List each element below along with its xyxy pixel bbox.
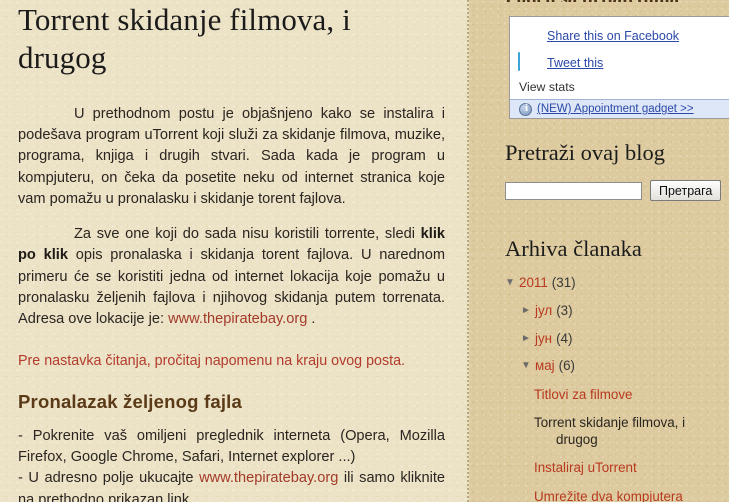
instruction-item-1: - Pokrenite vaš omiljeni preglednik inte… xyxy=(18,427,445,466)
archive-month-label[interactable]: мај xyxy=(535,358,555,375)
share-widget-title: Podeli sa prijateljima xyxy=(471,0,729,2)
archive-widget-heading: Arhiva članaka xyxy=(505,236,642,261)
facebook-icon xyxy=(518,26,540,46)
share-widget: Podeli sa prijateljima Share this on Fac… xyxy=(471,0,729,119)
share-box: Share this on Facebook Tweet this View s… xyxy=(509,16,729,119)
chevron-right-icon[interactable]: ► xyxy=(521,331,535,347)
blog-page: Torrent skidanje filmova, i drugog U pre… xyxy=(0,0,729,502)
paragraph2-text-a: Za sve one koji do sada nisu koristili t… xyxy=(74,226,421,243)
archive-widget: Arhiva članaka ▼ 2011 (31) ► јул (3) ► јун (4) ▼ м… xyxy=(471,236,729,502)
chevron-right-icon[interactable]: ► xyxy=(521,303,535,319)
piratebay-link-2[interactable]: www.thepiratebay.org xyxy=(199,470,338,486)
share-twitter-link[interactable]: Tweet this xyxy=(547,56,603,70)
search-widget-heading: Pretraži ovaj blog xyxy=(505,140,665,165)
archive-month-count: (4) xyxy=(556,330,573,346)
instruction-2-text-a: - U adresno polje ukucajte xyxy=(18,470,200,487)
archive-year-label[interactable]: 2011 xyxy=(519,275,548,292)
sidebar: Podeli sa prijateljima Share this on Fac… xyxy=(471,0,729,502)
post-column: Torrent skidanje filmova, i drugog U pre… xyxy=(0,0,469,502)
search-button[interactable]: Претрага xyxy=(650,180,722,201)
post-paragraph-1: U prethodnom postu je objašnjeno kako se… xyxy=(18,105,445,207)
appointment-gadget-link[interactable]: (NEW) Appointment gadget >> xyxy=(537,103,694,115)
search-form: Претрага xyxy=(471,180,729,201)
archive-post-title-line2: drugog xyxy=(556,432,598,448)
chevron-down-icon[interactable]: ▼ xyxy=(521,358,535,374)
archive-month-row[interactable]: ▼ мај (6) xyxy=(471,358,729,375)
archive-month-label[interactable]: јун xyxy=(535,331,552,348)
piratebay-link-1[interactable]: www.thepiratebay.org xyxy=(168,311,307,327)
paragraph2-text-c: . xyxy=(307,311,316,328)
archive-post-current: Torrent skidanje filmova, i drugog xyxy=(471,414,729,448)
share-row-twitter[interactable]: Tweet this xyxy=(518,50,721,76)
page-title: Torrent skidanje filmova, i drugog xyxy=(18,2,351,75)
post-paragraph-2: Za sve one koji do sada nisu koristili t… xyxy=(18,224,445,330)
archive-month-label[interactable]: јул xyxy=(535,303,552,320)
section-heading: Pronalazak željenog fajla xyxy=(18,390,242,412)
archive-tree: ▼ 2011 (31) ► јул (3) ► јун (4) ▼ мај (6) Titlovi za… xyxy=(471,275,729,502)
share-facebook-link[interactable]: Share this on Facebook xyxy=(547,29,679,43)
twitter-icon xyxy=(518,52,540,73)
search-widget: Pretraži ovaj blog Претрага xyxy=(471,140,729,201)
archive-month-row[interactable]: ► јун (4) xyxy=(471,331,729,348)
archive-post-link[interactable]: Titlovi za filmove xyxy=(471,386,729,403)
instruction-item-2: - U adresno polje ukucajte www.thepirate… xyxy=(18,468,445,502)
reading-note: Pre nastavka čitanja, pročitaj napomenu … xyxy=(18,352,406,369)
archive-post-link[interactable]: Instaliraj uTorrent xyxy=(471,459,729,476)
share-row-facebook[interactable]: Share this on Facebook xyxy=(518,23,721,49)
appointment-gadget-bar[interactable]: (NEW) Appointment gadget >> xyxy=(510,99,729,118)
search-input[interactable] xyxy=(505,181,642,200)
instruction-list: - Pokrenite vaš omiljeni preglednik inte… xyxy=(18,426,445,502)
archive-month-count: (6) xyxy=(558,358,576,374)
archive-year-row[interactable]: ▼ 2011 (31) xyxy=(471,275,729,292)
archive-year-count: (31) xyxy=(551,275,576,290)
archive-month-count: (3) xyxy=(556,302,573,318)
info-icon xyxy=(519,102,532,116)
archive-post-link[interactable]: Umrežite dva kompjutera xyxy=(471,488,729,502)
chevron-down-icon[interactable]: ▼ xyxy=(505,275,519,291)
view-stats-label: View stats xyxy=(519,80,575,94)
archive-month-row[interactable]: ► јул (3) xyxy=(471,303,729,320)
